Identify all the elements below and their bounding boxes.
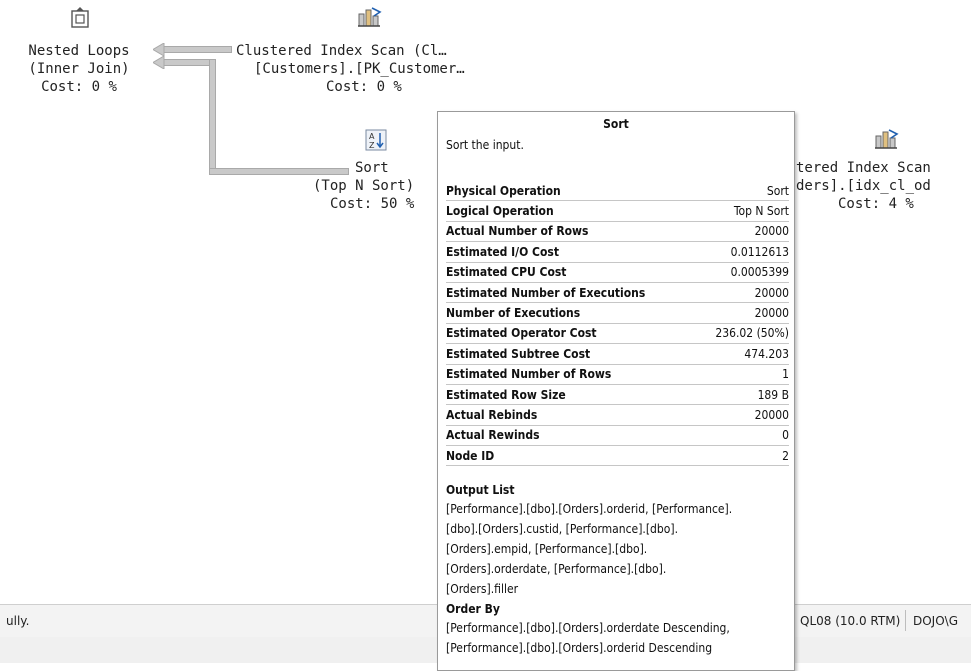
nested-loops-label: Nested Loops — [28, 43, 130, 59]
tooltip-properties-table: Physical Operation Sort Logical Operation… — [446, 181, 789, 467]
svg-text:Z: Z — [369, 141, 375, 150]
flow-arrow-sort-h1 — [160, 59, 216, 66]
flow-arrow-customers — [160, 46, 232, 53]
property-row: Number of Executions 20000 — [446, 303, 789, 324]
status-user: DOJO\G — [913, 614, 959, 628]
property-value: 0.0112613 — [730, 244, 789, 259]
flow-arrow-sort-v — [209, 59, 216, 175]
property-row: Actual Rebinds 20000 — [446, 405, 789, 426]
customers-scan-cost: Cost: 0 % — [326, 79, 402, 95]
property-label: Physical Operation — [446, 183, 561, 198]
order-by-heading: Order By — [446, 602, 500, 616]
property-value: 2 — [782, 448, 789, 463]
nested-loops-subtitle: (Inner Join) — [28, 61, 130, 77]
property-value: 20000 — [754, 285, 789, 300]
customers-scan-object: [Customers].[PK_Customer… — [254, 61, 465, 77]
output-list-line: [Orders].orderdate, [Performance].[dbo]. — [446, 562, 667, 576]
operator-tooltip: Sort Sort the input. Physical Operation S… — [437, 111, 795, 671]
order-by-line: [Performance].[dbo].[Orders].orderdate D… — [446, 621, 730, 635]
property-row: Node ID 2 — [446, 446, 789, 467]
property-value: 0.0005399 — [730, 265, 789, 280]
property-row: Actual Number of Rows 20000 — [446, 222, 789, 243]
orders-scan-object: ders].[idx_cl_od — [796, 178, 931, 194]
property-label: Estimated Number of Rows — [446, 367, 612, 382]
tooltip-order-by: Order By [Performance].[dbo].[Orders].or… — [446, 602, 791, 658]
tooltip-title: Sort — [603, 117, 629, 131]
property-label: Estimated CPU Cost — [446, 265, 567, 280]
property-label: Number of Executions — [446, 306, 581, 321]
customers-scan-label: Clustered Index Scan (Cl… — [236, 43, 447, 59]
property-row: Estimated I/O Cost 0.0112613 — [446, 242, 789, 263]
property-label: Estimated Row Size — [446, 387, 566, 402]
property-label: Estimated Operator Cost — [446, 326, 597, 341]
property-row: Estimated Operator Cost 236.02 (50%) — [446, 324, 789, 345]
arrow-head-icon — [153, 56, 165, 69]
property-label: Estimated Subtree Cost — [446, 346, 591, 361]
sort-icon: A Z — [365, 129, 387, 151]
property-value: 236.02 (50%) — [715, 326, 789, 341]
property-value: 474.203 — [744, 346, 789, 361]
property-row: Estimated Row Size 189 B — [446, 385, 789, 406]
status-server: QL08 (10.0 RTM) — [800, 614, 901, 628]
tooltip-description: Sort the input. — [446, 138, 524, 152]
property-value: Top N Sort — [733, 204, 789, 219]
output-list-heading: Output List — [446, 483, 515, 497]
clustered-index-scan-icon — [358, 7, 382, 27]
property-label: Actual Rewinds — [446, 428, 540, 443]
property-row: Logical Operation Top N Sort — [446, 201, 789, 222]
orders-scan-cost: Cost: 4 % — [838, 196, 914, 212]
property-row: Estimated Subtree Cost 474.203 — [446, 344, 789, 365]
property-row: Actual Rewinds 0 — [446, 426, 789, 447]
output-list-line: [Orders].filler — [446, 582, 519, 596]
property-value: 189 B — [757, 387, 789, 402]
sort-subtitle: (Top N Sort) — [313, 178, 415, 194]
property-value: 1 — [782, 367, 789, 382]
order-by-line: [Performance].[dbo].[Orders].orderid Des… — [446, 641, 713, 655]
sort-cost: Cost: 50 % — [330, 196, 415, 212]
property-row: Estimated CPU Cost 0.0005399 — [446, 263, 789, 283]
property-label: Estimated I/O Cost — [446, 244, 559, 259]
property-value: 0 — [782, 428, 789, 443]
property-label: Node ID — [446, 448, 495, 463]
output-list-line: [Performance].[dbo].[Orders].orderid, [P… — [446, 502, 733, 516]
property-value: Sort — [766, 183, 789, 198]
property-label: Actual Rebinds — [446, 407, 538, 422]
property-label: Actual Number of Rows — [446, 224, 589, 239]
arrow-head-icon — [153, 43, 165, 56]
flow-arrow-sort-h2 — [209, 168, 349, 175]
output-list-line: [dbo].[Orders].custid, [Performance].[db… — [446, 522, 679, 536]
svg-text:A: A — [369, 132, 375, 141]
property-label: Logical Operation — [446, 204, 554, 219]
tooltip-output-list: Output List [Performance].[dbo].[Orders]… — [446, 483, 791, 599]
output-list-line: [Orders].empid, [Performance].[dbo]. — [446, 542, 648, 556]
property-row: Physical Operation Sort — [446, 181, 789, 202]
property-value: 20000 — [754, 306, 789, 321]
nested-loops-cost: Cost: 0 % — [41, 79, 117, 95]
nested-loops-icon — [71, 7, 89, 28]
property-row: Estimated Number of Rows 1 — [446, 365, 789, 385]
status-message: ully. — [6, 614, 30, 628]
property-label: Estimated Number of Executions — [446, 285, 646, 300]
orders-scan-label: tered Index Scan — [796, 160, 931, 176]
status-separator — [905, 610, 906, 631]
property-value: 20000 — [754, 224, 789, 239]
property-value: 20000 — [754, 407, 789, 422]
clustered-index-scan-icon — [875, 129, 899, 149]
property-row: Estimated Number of Executions 20000 — [446, 283, 789, 304]
sort-label: Sort — [355, 160, 389, 176]
